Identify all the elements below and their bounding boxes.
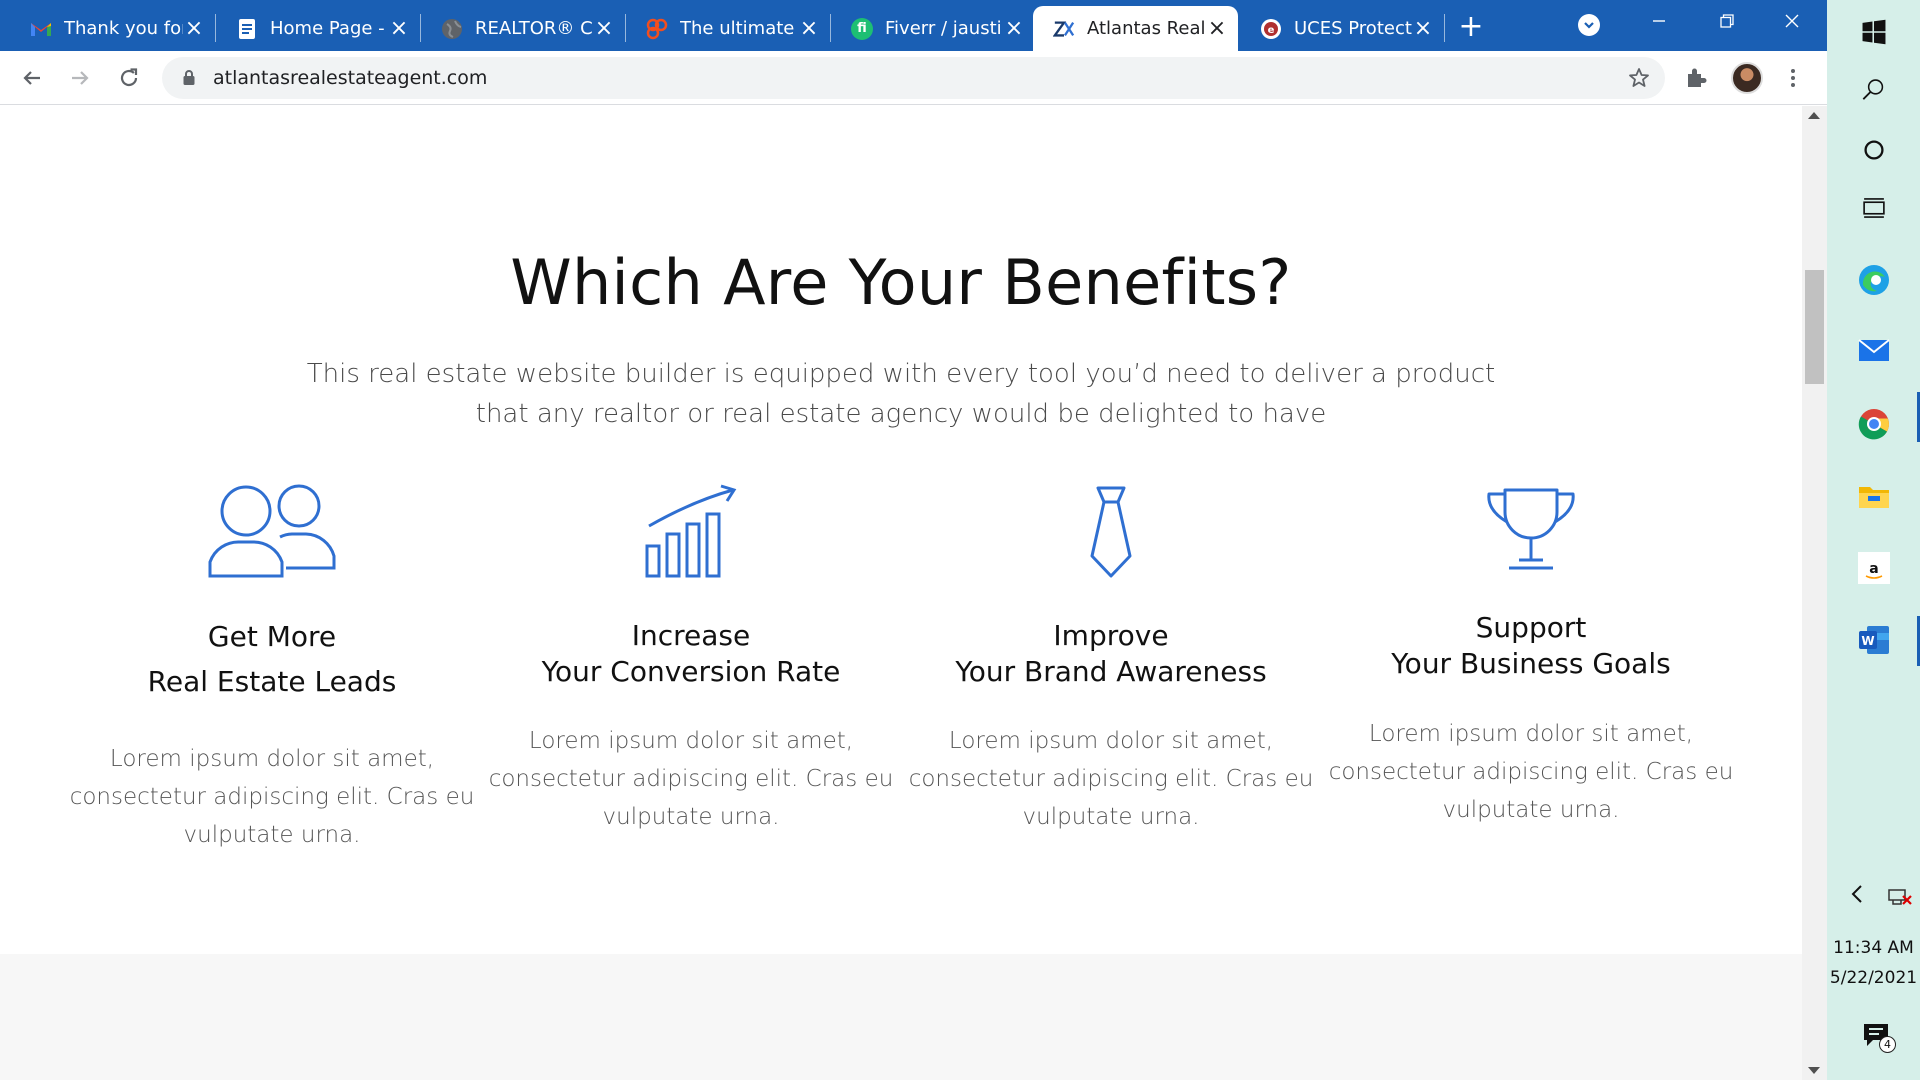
lock-icon [183,70,195,85]
extensions-puzzle-icon[interactable] [1683,65,1709,91]
amazon-icon[interactable]: a [1827,536,1920,600]
tab-strip: Thank you for × Home Page - × REALTOR® C… [0,0,1827,51]
close-window-icon[interactable] [1762,0,1822,42]
tab-title: Thank you for [64,18,183,39]
windows-start-icon[interactable] [1827,0,1920,64]
task-view-icon[interactable] [1827,176,1920,240]
close-tab-icon[interactable]: × [388,17,410,40]
tie-icon [901,486,1321,578]
profile-avatar[interactable] [1731,62,1763,94]
close-tab-icon[interactable]: × [1206,17,1228,40]
url-text: atlantasrealestateagent.com [213,67,488,89]
scroll-up-arrow-icon[interactable] [1808,112,1820,119]
tab-separator [1444,14,1445,42]
clock-time[interactable]: 11:34 AM [1827,938,1920,958]
chrome-icon[interactable] [1827,392,1920,456]
notification-count-badge: 4 [1879,1036,1896,1053]
tab-title: The ultimate l [680,18,798,39]
close-tab-icon[interactable]: × [183,17,205,40]
vertical-scrollbar[interactable] [1802,106,1827,1080]
windows-taskbar: a W 11:34 AM 5/22/2021 4 [1827,0,1920,1080]
kebab-menu-icon[interactable] [1781,66,1805,90]
section-heading: Which Are Your Benefits? [510,246,1292,319]
network-disconnected-icon[interactable] [1887,882,1913,908]
word-icon[interactable]: W [1827,608,1920,672]
document-icon [236,18,258,40]
tab-title: UCES Protecti [1294,18,1412,39]
restore-icon[interactable] [1697,0,1757,42]
tab-title: Fiverr / jaustin [885,18,1003,39]
tab-ultimate[interactable]: The ultimate l × [626,6,830,51]
trophy-icon [1321,486,1741,572]
scroll-thumb[interactable] [1805,270,1824,384]
cortana-icon[interactable] [1827,118,1920,182]
forward-icon[interactable] [64,62,96,94]
mail-icon[interactable] [1827,318,1920,382]
reload-icon[interactable] [113,62,145,94]
amazon-glyph: a [1869,561,1878,577]
globe-icon [441,18,463,40]
svg-text:e: e [1268,25,1275,36]
benefit-title-line1: Increase [631,619,751,652]
fiverr-icon: fi [851,17,873,40]
benefit-title-line2: Your Conversion Rate [541,655,841,688]
growth-chart-icon [481,484,901,578]
benefit-title: Support Your Business Goals [1321,610,1741,682]
close-tab-icon[interactable]: × [1412,17,1434,40]
clock-date[interactable]: 5/22/2021 [1827,968,1920,988]
benefit-title: Increase Your Conversion Rate [481,618,901,690]
benefit-description: Lorem ipsum dolor sit amet, consectetur … [1328,721,1734,823]
tab-realtor[interactable]: REALTOR® Co × [421,6,625,51]
close-tab-icon[interactable]: × [593,17,615,40]
close-tab-icon[interactable]: × [1003,17,1025,40]
benefit-title-line2: Your Business Goals [1391,647,1671,680]
benefit-title-line1: Support [1475,611,1587,644]
benefit-title-line1: Improve [1053,619,1169,652]
search-icon[interactable] [1827,58,1920,122]
browser-toolbar: atlantasrealestateagent.com [0,51,1827,105]
tab-search-icon[interactable] [1578,14,1600,36]
brand-icon [646,18,668,40]
minimize-icon[interactable] [1629,0,1689,42]
benefit-description: Lorem ipsum dolor sit amet, consectetur … [488,728,894,830]
close-tab-icon[interactable]: × [798,17,820,40]
people-icon [62,484,482,580]
benefit-description: Lorem ipsum dolor sit amet, consectetur … [908,728,1314,830]
new-tab-icon[interactable]: + [1455,9,1487,44]
tab-atlantas-active[interactable]: Atlantas Real × [1033,6,1238,51]
uces-icon: e [1260,18,1282,40]
page-viewport: Which Are Your Benefits? This real estat… [0,106,1802,1080]
tab-title: Atlantas Real [1087,18,1206,39]
benefit-title: Get More Real Estate Leads [62,614,482,704]
benefit-title-line2: Real Estate Leads [147,665,397,698]
tab-uces[interactable]: e UCES Protecti × [1240,6,1444,51]
next-section-background [0,954,1802,1080]
benefit-description: Lorem ipsum dolor sit amet, consectetur … [69,746,475,848]
tab-title: Home Page - [270,18,385,39]
benefit-title-line1: Get More [207,620,337,653]
tab-home-page[interactable]: Home Page - × [216,6,420,51]
section-subtitle: This real estate website builder is equi… [306,359,1496,429]
show-hidden-icons-chevron-icon[interactable] [1847,882,1867,906]
gmail-icon [30,18,52,40]
scroll-down-arrow-icon[interactable] [1808,1067,1820,1074]
back-icon[interactable] [16,62,48,94]
tab-title: REALTOR® Co [475,18,593,39]
atlantas-icon [1053,18,1075,40]
word-glyph: W [1861,634,1874,648]
tab-gmail[interactable]: Thank you for × [10,6,215,51]
address-bar[interactable]: atlantasrealestateagent.com [162,57,1665,99]
chrome-window: Thank you for × Home Page - × REALTOR® C… [0,0,1827,1080]
tab-fiverr[interactable]: fi Fiverr / jaustin × [831,6,1035,51]
benefit-title-line2: Your Brand Awareness [955,655,1267,688]
benefit-title: Improve Your Brand Awareness [901,618,1321,690]
bookmark-star-icon[interactable] [1627,66,1651,90]
edge-icon[interactable] [1827,248,1920,312]
file-explorer-icon[interactable] [1827,464,1920,528]
